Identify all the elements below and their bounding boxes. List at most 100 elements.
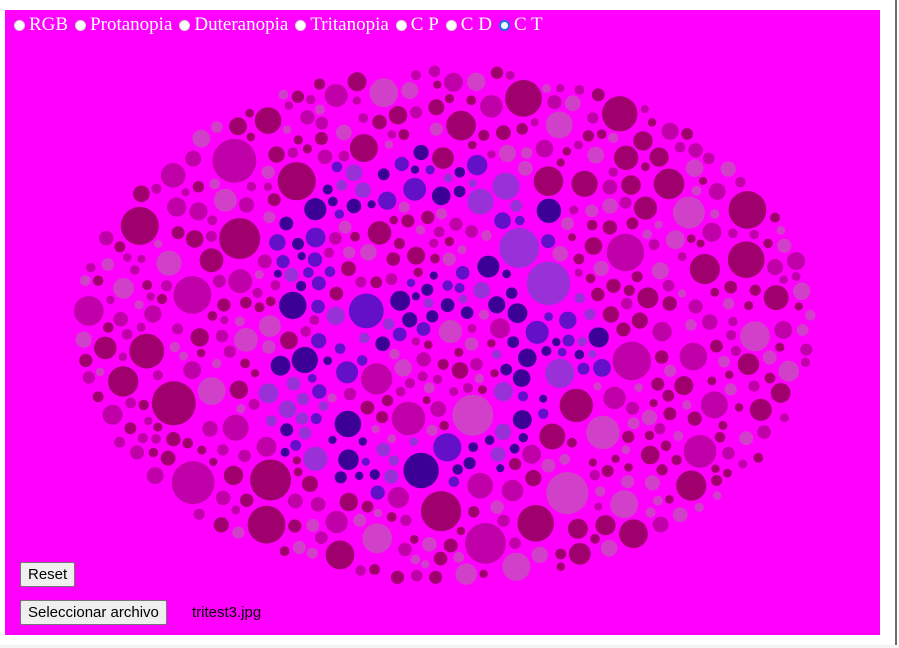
radio-button-cp[interactable] <box>395 19 407 31</box>
plate-dot <box>708 183 726 200</box>
plate-dot <box>749 284 761 296</box>
radio-option-ct[interactable]: C T <box>498 14 543 36</box>
plate-dot <box>393 238 405 249</box>
radio-button-protanopia[interactable] <box>75 19 87 31</box>
plate-dot <box>137 254 146 264</box>
plate-dot <box>735 176 746 188</box>
plate-dot <box>199 248 224 273</box>
plate-dot <box>488 296 506 314</box>
plate-dot <box>725 370 734 379</box>
plate-dot <box>95 367 105 377</box>
plate-dot <box>571 170 598 197</box>
plate-dot <box>153 422 163 432</box>
plate-dot <box>505 287 518 300</box>
radio-option-protanopia[interactable]: Protanopia <box>75 14 172 36</box>
plate-dot <box>522 444 542 464</box>
plate-dot <box>749 398 772 421</box>
plate-dot <box>216 490 231 506</box>
radio-option-duteranopia[interactable]: Duteranopia <box>179 14 288 36</box>
plate-dot <box>287 147 299 159</box>
plate-dot <box>594 502 603 511</box>
selected-file-name: tritest3.jpg <box>192 604 262 621</box>
radio-button-rgb[interactable] <box>14 19 25 31</box>
plate-dot <box>641 162 650 172</box>
plate-dot <box>468 140 477 150</box>
plate-dot <box>373 508 383 518</box>
plate-dot <box>494 423 512 440</box>
plate-dot <box>416 322 431 336</box>
plate-dot <box>606 278 621 293</box>
plate-dot <box>231 505 241 515</box>
plate-dot <box>665 230 685 250</box>
plate-dot <box>671 454 682 466</box>
plate-dot <box>99 230 114 246</box>
plate-dot <box>391 401 426 436</box>
plate-dot <box>481 230 492 241</box>
reset-button[interactable]: Reset <box>20 562 76 587</box>
plate-dot <box>787 252 806 271</box>
plate-dot <box>353 513 367 527</box>
plate-dot <box>421 283 434 296</box>
plate-dot <box>497 514 510 527</box>
plate-dot <box>449 217 463 231</box>
plate-dot <box>545 358 575 388</box>
plate-dot <box>407 246 426 265</box>
radio-label-cp: C P <box>410 14 439 35</box>
plate-dot <box>463 457 476 470</box>
radio-option-rgb[interactable]: RGB <box>14 14 68 36</box>
plate-dot <box>280 331 298 350</box>
plate-dot <box>370 485 385 500</box>
plate-dot <box>778 360 800 382</box>
plate-dot <box>710 287 720 297</box>
plate-dot <box>509 537 521 549</box>
plate-dot <box>512 369 531 387</box>
plate-dot <box>229 380 249 399</box>
radio-option-cd[interactable]: C D <box>445 14 492 36</box>
radio-button-tritanopia[interactable] <box>295 19 307 31</box>
plate-dot <box>673 430 684 441</box>
plate-dot <box>302 144 312 154</box>
plate-dot <box>392 327 407 342</box>
choose-file-button[interactable]: Seleccionar archivo <box>20 600 167 625</box>
radio-button-cd[interactable] <box>445 19 457 31</box>
plate-dot <box>509 457 522 471</box>
plate-dot <box>569 205 579 215</box>
radio-label-tritanopia: Tritanopia <box>310 14 389 35</box>
plate-dot <box>362 523 393 554</box>
plate-dot <box>455 563 477 585</box>
plate-dot <box>681 128 694 140</box>
plate-dot <box>714 432 726 443</box>
plate-dot <box>702 314 718 330</box>
radio-option-tritanopia[interactable]: Tritanopia <box>295 14 389 36</box>
plate-dot <box>593 260 609 277</box>
plate-dot <box>261 165 275 179</box>
plate-dot <box>383 318 395 330</box>
plate-dot <box>556 562 565 571</box>
plate-dot <box>398 129 410 140</box>
plate-dot <box>467 188 494 215</box>
radio-option-cp[interactable]: C P <box>395 14 439 36</box>
plate-dot <box>507 336 520 348</box>
plate-dot <box>376 442 391 457</box>
plate-dot <box>557 347 567 357</box>
image-canvas: RGB Protanopia Duteranopia Tritanopia C … <box>5 10 880 635</box>
plate-dot <box>409 437 419 447</box>
radio-button-duteranopia[interactable] <box>179 19 191 31</box>
plate-dot <box>738 459 748 469</box>
plate-dot <box>222 414 249 441</box>
plate-dot <box>367 200 376 209</box>
plate-dot <box>129 333 165 369</box>
plate-dot <box>430 253 440 264</box>
radio-button-ct[interactable] <box>498 19 510 31</box>
plate-dot <box>213 517 229 533</box>
plate-dot <box>539 423 566 450</box>
plate-dot <box>739 431 754 446</box>
plate-dot <box>433 226 445 238</box>
plate-dot <box>329 232 342 245</box>
plate-dot <box>510 199 523 212</box>
plate-dot <box>268 146 285 163</box>
plate-dot <box>437 358 449 370</box>
plate-dot <box>595 515 616 536</box>
plate-dot <box>478 385 487 395</box>
plate-dot <box>611 454 620 463</box>
